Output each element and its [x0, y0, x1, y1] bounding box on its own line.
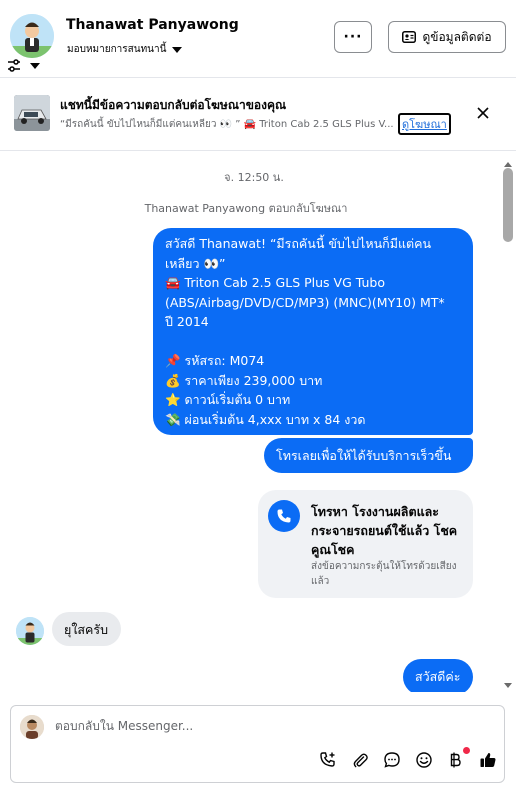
phone-icon: [268, 500, 300, 532]
message-composer: [10, 705, 505, 783]
ellipsis-icon: ···: [343, 29, 363, 45]
phone-plus-icon: [320, 752, 335, 767]
call-add-button[interactable]: [312, 749, 344, 771]
payment-button[interactable]: [440, 747, 472, 771]
ad-banner-title: แชทนี้มีข้อความตอบกลับต่อโฆษณาของคุณ: [60, 98, 287, 112]
contact-name: Thanawat Panyawong: [66, 17, 239, 33]
message-line: 💸 ผ่อนเริ่มต้น 4,xxx บาท x 84 งวด: [165, 411, 366, 427]
phone-glyph: [277, 509, 291, 523]
message-line: 🚘 Triton Cab 2.5 GLS Plus VG Tubo: [165, 275, 385, 290]
scrollbar-thumb[interactable]: [503, 168, 513, 242]
assign-conversation-dropdown[interactable]: มอบหมายการสนทนานี้: [67, 42, 183, 57]
scroll-up-arrow-icon[interactable]: [503, 160, 513, 168]
assign-label: มอบหมายการสนทนานี้: [67, 44, 167, 55]
conversation-header: Thanawat Panyawong มอบหมายการสนทนานี้ ··…: [0, 0, 516, 78]
outgoing-greeting-message[interactable]: สวัสดีค่ะ: [403, 659, 473, 692]
reply-input[interactable]: [55, 719, 455, 733]
notification-dot: [463, 747, 470, 754]
chevron-down-icon[interactable]: [30, 62, 40, 70]
outgoing-ad-message[interactable]: สวัสดี Thanawat! “มีรถคันนี้ ขับไปไหนก็ม…: [153, 228, 473, 435]
ad-banner-subtitle: “มีรถคันนี้ ขับไปไหนก็มีแต่คนเหลียว 👀 ” …: [60, 119, 394, 130]
close-icon[interactable]: [476, 106, 490, 120]
composer-toolbar: [312, 747, 504, 771]
saved-replies-button[interactable]: [376, 749, 408, 771]
message-line: (ABS/Airbag/DVD/CD/MP3) (MNC)(MY10) MT*: [165, 294, 445, 310]
page-avatar: [20, 715, 44, 739]
message-timestamp: จ. 12:50 น.: [224, 171, 284, 184]
outgoing-call-prompt-message[interactable]: โทรเลยเพื่อให้ได้รับบริการเร็วขึ้น: [264, 438, 473, 473]
like-button[interactable]: [472, 749, 504, 771]
view-contact-info-label: ดูข้อมูลติดต่อ: [422, 29, 492, 44]
thumbs-up-icon: [480, 753, 496, 767]
message-line: 💰 ราคาเพียง 239,000 บาท: [165, 372, 323, 388]
ad-reply-banner: แชทนี้มีข้อความตอบกลับต่อโฆษณาของคุณ “มี…: [0, 79, 516, 151]
sliders-icon[interactable]: [6, 58, 22, 74]
contact-avatar-small-image: [16, 617, 44, 645]
view-ad-link[interactable]: ดูโฆษณา: [398, 113, 451, 135]
call-card-subtitle: ส่งข้อความกระตุ้นให้โทรด้วยเสียงแล้ว: [311, 561, 457, 587]
more-options-button[interactable]: ···: [334, 21, 372, 53]
call-card-title: โทรหา โรงงานผลิตและกระจายรถยนต์ใช้แล้ว โ…: [311, 504, 458, 557]
ad-reply-note: Thanawat Panyawong ตอบกลับโฆษณา: [144, 202, 348, 215]
paperclip-icon: [353, 753, 368, 768]
message-line: ⭐ ดาวน์เริ่มต้น 0 บาท: [165, 392, 291, 407]
ad-thumbnail: [14, 95, 50, 131]
smiley-icon: [416, 752, 432, 768]
car-thumbnail-image: [14, 95, 50, 131]
attach-button[interactable]: [344, 749, 376, 771]
emoji-button[interactable]: [408, 749, 440, 771]
chat-bubble-icon: [384, 752, 400, 768]
message-thread[interactable]: จ. 12:50 น. Thanawat Panyawong ตอบกลับโฆ…: [0, 152, 500, 692]
message-line: เหลียว 👀”: [165, 255, 226, 271]
page-avatar-image: [20, 715, 44, 739]
contact-avatar-small[interactable]: [16, 617, 44, 645]
message-line: ปี 2014: [165, 314, 209, 329]
contact-avatar[interactable]: [10, 14, 54, 58]
call-request-card[interactable]: โทรหา โรงงานผลิตและกระจายรถยนต์ใช้แล้ว โ…: [258, 490, 473, 598]
message-line: 📌 รหัสรถ: M074: [165, 353, 265, 368]
message-line: สวัสดี Thanawat! “มีรถคันนี้ ขับไปไหนก็ม…: [165, 236, 432, 251]
contact-card-icon: [402, 31, 417, 43]
chevron-down-icon: [172, 46, 183, 53]
view-contact-info-button[interactable]: ดูข้อมูลติดต่อ: [388, 21, 506, 53]
incoming-message[interactable]: ยุใสครับ: [52, 612, 121, 646]
scroll-down-arrow-icon[interactable]: [503, 682, 513, 690]
contact-avatar-image: [10, 14, 54, 58]
baht-icon: [450, 752, 461, 768]
